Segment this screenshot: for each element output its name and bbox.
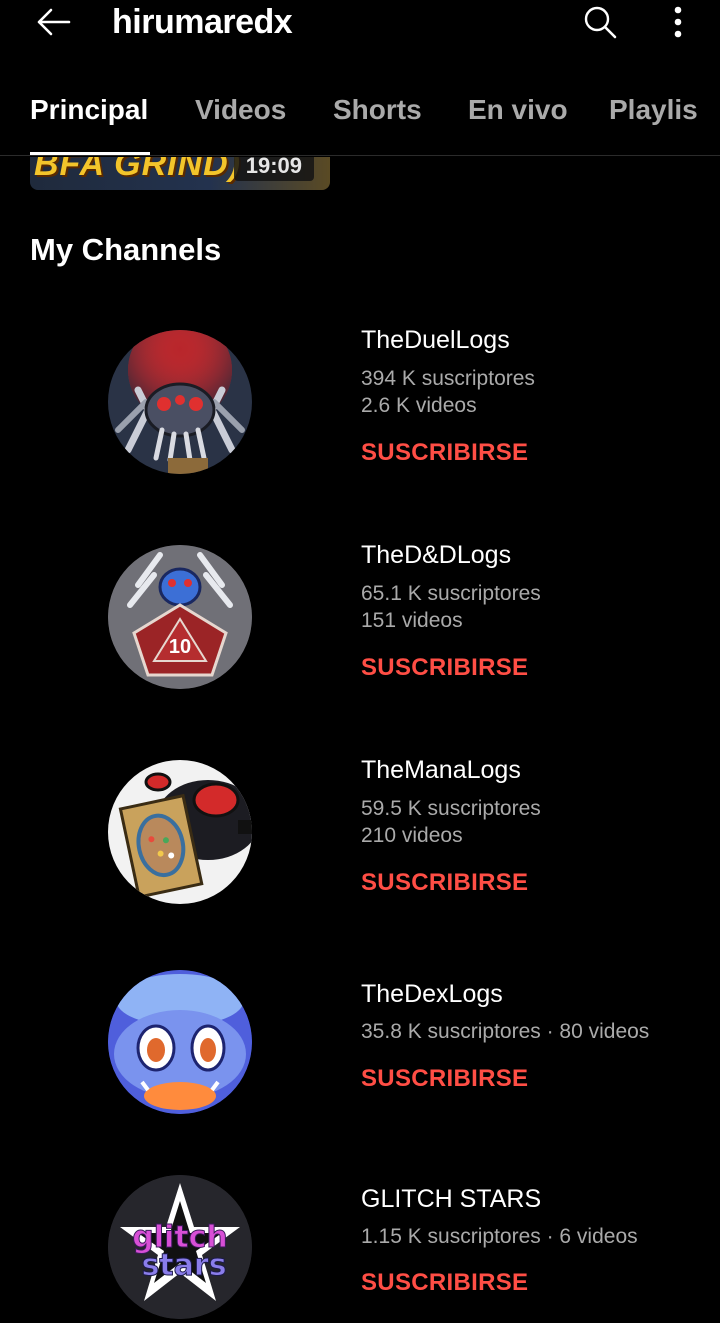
subscriber-count: 65.1 K suscriptores [361,582,541,605]
channel-stats: 35.8 K suscriptores · 80 videos [361,1020,650,1043]
video-count: 210 videos [361,824,463,847]
video-count: 151 videos [361,609,463,632]
thumbnail-text: BFA GRIND) [34,157,242,183]
avatar[interactable] [108,330,252,474]
glitch-stars-avatar-icon: glitch stars [108,1175,252,1319]
arrow-left-icon [37,8,71,36]
avatar[interactable] [108,970,252,1114]
top-app-bar: hirumaredx [0,0,720,50]
card-mascot-avatar-icon [108,760,252,904]
channel-item[interactable]: TheManaLogs 59.5 K suscriptores 210 vide… [0,730,720,930]
tab-principal[interactable]: Principal [30,94,148,126]
tab-playlists[interactable]: Playlis [609,94,698,126]
channel-name: TheDexLogs [361,980,503,1008]
section-title: My Channels [30,232,222,267]
tab-videos[interactable]: Videos [195,94,286,126]
search-icon [584,6,617,39]
search-button[interactable] [578,0,622,44]
channel-name: TheDuelLogs [361,326,510,354]
channel-item[interactable]: glitch stars GLITCH STARS 1.15 K suscrip… [0,1155,720,1323]
channel-tabs: Principal Videos Shorts En vivo Playlis [0,82,720,156]
channel-stats: 1.15 K suscriptores · 6 videos [361,1225,638,1248]
channel-name: GLITCH STARS [361,1185,542,1213]
subscribe-button[interactable]: SUSCRIBIRSE [361,869,528,897]
logo-text-line2: stars [141,1248,226,1283]
video-thumbnail[interactable]: BFA GRIND) 19:09 [30,157,330,190]
tab-en-vivo[interactable]: En vivo [468,94,568,126]
subscriber-count: 59.5 K suscriptores [361,797,541,820]
subscribe-button[interactable]: SUSCRIBIRSE [361,439,528,467]
avatar[interactable] [108,760,252,904]
subscribe-button[interactable]: SUSCRIBIRSE [361,1269,528,1297]
d20-die-avatar-icon: 10 [108,545,252,689]
channel-item[interactable]: TheDexLogs 35.8 K suscriptores · 80 vide… [0,950,720,1130]
subscriber-count: 394 K suscriptores [361,367,535,390]
video-count: 2.6 K videos [361,394,477,417]
subscribe-button[interactable]: SUSCRIBIRSE [361,1065,528,1093]
channel-item[interactable]: TheDuelLogs 394 K suscriptores 2.6 K vid… [0,300,720,500]
tab-shorts[interactable]: Shorts [333,94,422,126]
channel-item[interactable]: 10 TheD&DLogs 65.1 K suscriptores 151 vi… [0,515,720,715]
channel-title: hirumaredx [112,3,293,41]
die-number: 10 [169,636,191,658]
channel-name: TheD&DLogs [361,541,512,569]
avatar[interactable]: 10 [108,545,252,689]
active-tab-indicator [30,152,150,155]
back-button[interactable] [30,2,76,42]
more-vertical-icon [674,6,682,38]
spider-robot-avatar-icon [108,330,252,474]
blue-mascot-avatar-icon [108,970,252,1114]
channel-name: TheManaLogs [361,756,521,784]
video-duration: 19:09 [233,157,314,181]
more-options-button[interactable] [660,2,696,42]
avatar[interactable]: glitch stars [108,1175,252,1319]
subscribe-button[interactable]: SUSCRIBIRSE [361,654,528,682]
